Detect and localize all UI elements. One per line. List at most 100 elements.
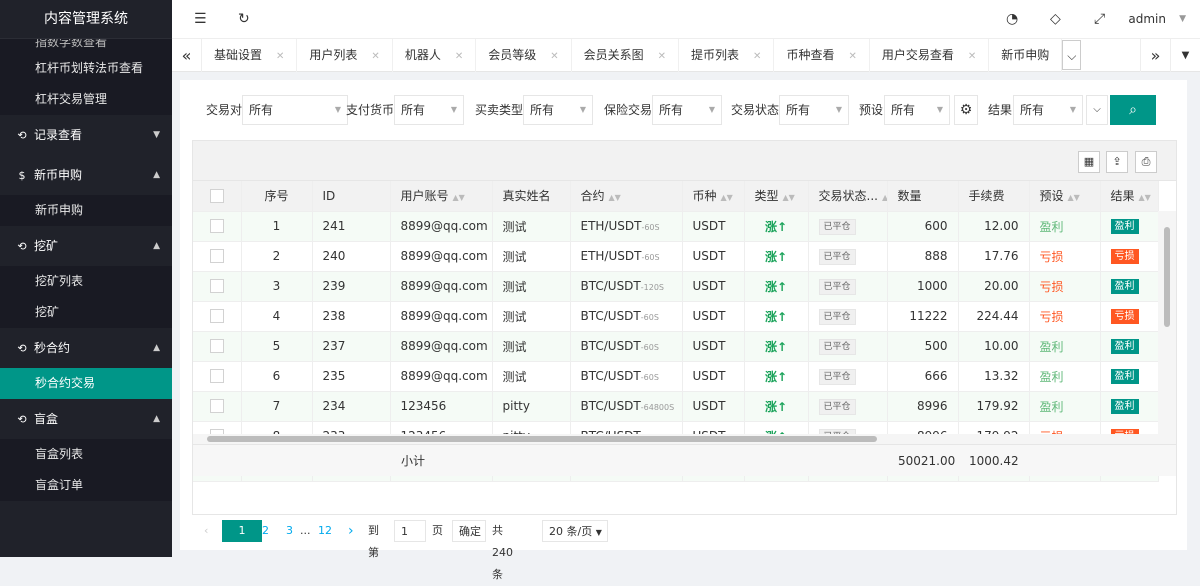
col-header[interactable]: 交易状态...▲▼ [808, 181, 888, 212]
filter-label: 保险交易 [604, 103, 653, 117]
row-checkbox[interactable] [193, 271, 242, 302]
vertical-scrollbar[interactable] [1158, 211, 1176, 444]
status-select[interactable]: 所有 ▼ [779, 95, 849, 125]
page-3[interactable]: 3 [286, 520, 293, 542]
close-icon[interactable]: ✕ [371, 51, 379, 62]
close-icon[interactable]: ✕ [455, 51, 463, 62]
sidebar-group-mining[interactable]: ⟲ 挖矿 ▲ [0, 226, 172, 266]
insurance-select[interactable]: 所有 ▼ [652, 95, 722, 125]
col-header[interactable]: 类型 ▲▼ [744, 181, 809, 212]
row-checkbox[interactable] [193, 391, 242, 422]
cell-account: 8899@qq.com [390, 331, 493, 362]
subtotal-qty: 50021.00 [898, 454, 956, 468]
tab-withdraw-list[interactable]: 提币列表 ✕ [679, 39, 775, 72]
sidebar-item-blind-box-list[interactable]: 盲盒列表 [0, 439, 172, 470]
row-checkbox[interactable] [193, 301, 242, 332]
chevron-down-icon[interactable]: ⌵ [1086, 95, 1108, 125]
cell-type: 涨↑ [744, 331, 809, 362]
sidebar-item-cut[interactable]: 指数学数查看 [0, 39, 172, 53]
tabs-prev-icon[interactable]: « [172, 39, 202, 72]
columns-icon[interactable]: ▦ [1078, 151, 1100, 173]
sidebar-group-second-contract[interactable]: ⟲ 秒合约 ▲ [0, 328, 172, 368]
dashboard-icon[interactable]: ◔ [1006, 0, 1018, 39]
sidebar-group-records[interactable]: ⟲ 记录查看 ▼ [0, 115, 172, 155]
tag-icon[interactable]: ◇ [1050, 0, 1061, 39]
row-checkbox[interactable] [193, 211, 242, 242]
col-header[interactable]: 预设 ▲▼ [1029, 181, 1101, 212]
refresh-icon[interactable]: ↻ [238, 0, 250, 39]
chevron-up-icon: ▲ [153, 241, 160, 251]
close-icon[interactable]: ✕ [968, 51, 976, 62]
print-icon[interactable]: ⎙ [1135, 151, 1157, 173]
sidebar-item-second-contract-trade[interactable]: 秒合约交易 [0, 368, 172, 399]
tab-coin-view[interactable]: 币种查看 ✕ [774, 39, 870, 72]
cell-fee: 10.00 [958, 331, 1030, 362]
tab-user-trade-view[interactable]: 用户交易查看 ✕ [870, 39, 990, 72]
goto-page-input[interactable]: 1 [394, 520, 426, 542]
cell-type: 涨↑ [744, 301, 809, 332]
menu-toggle-icon[interactable]: ☰ [194, 0, 207, 39]
cell-name: 测试 [492, 331, 571, 362]
user-menu[interactable]: admin [1128, 0, 1166, 39]
tab-basic-settings[interactable]: 基础设置 ✕ [202, 39, 298, 72]
cell-status: 已平仓 [808, 271, 888, 302]
horizontal-scrollbar[interactable] [193, 434, 1158, 444]
col-header: 序号 [241, 181, 313, 212]
col-header[interactable]: 用户账号 ▲▼ [390, 181, 493, 212]
tab-user-list[interactable]: 用户列表 ✕ [297, 39, 393, 72]
close-icon[interactable]: ✕ [658, 51, 666, 62]
sidebar-item-mining-list[interactable]: 挖矿列表 [0, 266, 172, 297]
confirm-button[interactable]: 确定 [452, 520, 486, 542]
row-checkbox[interactable] [193, 361, 242, 392]
search-button[interactable]: ⌕ [1110, 95, 1156, 125]
tab-member-relation[interactable]: 会员关系图 ✕ [572, 39, 680, 72]
sidebar-item-blind-box-orders[interactable]: 盲盒订单 [0, 470, 172, 501]
sidebar-group-blind-box[interactable]: ⟲ 盲盒 ▲ [0, 399, 172, 439]
cell-fee: 13.32 [958, 361, 1030, 392]
result-select[interactable]: 所有 ▼ [1013, 95, 1083, 125]
tabs-menu-icon[interactable]: ▼ [1170, 39, 1200, 72]
col-header[interactable]: 结果 ▲▼ [1100, 181, 1159, 212]
cell-fee: 224.44 [958, 301, 1030, 332]
prev-page-button[interactable]: ‹ [204, 520, 208, 542]
sidebar-item-mining[interactable]: 挖矿 [0, 297, 172, 328]
preset-select[interactable]: 所有 ▼ [884, 95, 950, 125]
page-2[interactable]: 2 [262, 520, 269, 542]
select-all-checkbox[interactable] [193, 181, 242, 212]
trade-type-select[interactable]: 所有 ▼ [523, 95, 593, 125]
close-icon[interactable]: ✕ [550, 51, 558, 62]
cell-result: 盈利 [1100, 271, 1159, 302]
cell-name: 测试 [492, 301, 571, 332]
table-row: 1 241 8899@qq.com 测试 ETH/USDT-60S USDT 涨↑ 已平仓 60… [193, 211, 1159, 242]
sidebar-item-leverage-trading[interactable]: 杠杆交易管理 [0, 84, 172, 115]
sidebar-group-new-coin[interactable]: $ 新币申购 ▲ [0, 155, 172, 195]
row-checkbox[interactable] [193, 241, 242, 272]
tab-dropdown-icon[interactable]: ⌵ [1062, 40, 1082, 70]
sidebar-item-new-coin[interactable]: 新币申购 [0, 195, 172, 226]
page-last[interactable]: 12 [318, 520, 332, 542]
row-checkbox[interactable] [193, 331, 242, 362]
sidebar-item-leverage-transfer[interactable]: 杠杆币划转法币查看 [0, 53, 172, 84]
close-icon[interactable]: ✕ [848, 51, 856, 62]
col-header[interactable]: 币种 ▲▼ [682, 181, 745, 212]
close-icon[interactable]: ✕ [753, 51, 761, 62]
close-icon[interactable]: ✕ [276, 51, 284, 62]
per-page-select[interactable]: 20 条/页 ▼ [542, 520, 608, 542]
chevron-down-icon[interactable]: ▼ [1179, 0, 1186, 39]
pay-currency-select[interactable]: 所有 ▼ [394, 95, 464, 125]
export-icon[interactable]: ⇪ [1106, 151, 1128, 173]
filter-label: 结果 [988, 103, 1013, 117]
tab-robot[interactable]: 机器人 ✕ [393, 39, 477, 72]
tab-new-coin[interactable]: 新币申购 [989, 39, 1063, 72]
tab-member-level[interactable]: 会员等级 ✕ [476, 39, 572, 72]
tabs-next-icon[interactable]: » [1140, 39, 1170, 72]
col-header[interactable]: 合约 ▲▼ [570, 181, 683, 212]
cell-type: 涨↑ [744, 241, 809, 272]
fullscreen-icon[interactable]: ⤢ [1094, 0, 1105, 39]
page-current[interactable]: 1 [222, 520, 262, 542]
pair-select[interactable]: 所有 ▼ [242, 95, 348, 125]
sort-icon: ▲▼ [720, 193, 733, 203]
gear-icon[interactable]: ⚙ [954, 95, 978, 125]
chevron-down-icon: ▼ [334, 105, 341, 114]
next-page-button[interactable]: › [348, 520, 354, 542]
